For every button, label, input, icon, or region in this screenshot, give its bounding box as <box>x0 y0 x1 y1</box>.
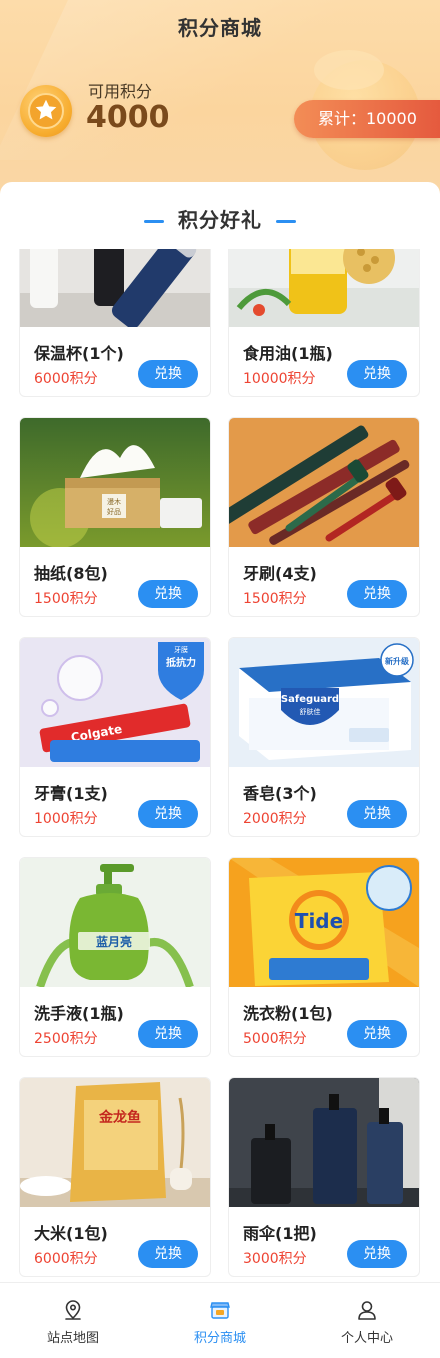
title-dash-right <box>276 220 296 223</box>
tab-label: 个人中心 <box>340 1331 393 1346</box>
product-name: 洗衣粉(1包) <box>243 1004 333 1023</box>
user-icon <box>356 1299 378 1321</box>
section-title: 积分好礼 <box>178 208 262 232</box>
product-price: 5000积分 <box>243 1031 307 1047</box>
product-card[interactable]: 金龙鱼 大米(1包) 6000积分 兑换 <box>19 1077 211 1277</box>
product-grid: 保温杯(1个) 6000积分 兑换 食用油(1瓶) 10000积分 兑换 漫木 … <box>0 249 440 1282</box>
redeem-button[interactable]: 兑换 <box>347 580 407 608</box>
product-name: 抽纸(8包) <box>34 564 108 583</box>
tissue-brand-text: 漫木 <box>107 497 121 506</box>
tab-site-map[interactable]: 站点地图 <box>0 1283 146 1358</box>
product-card[interactable]: 蓝月亮 洗手液(1瓶) 2500积分 兑换 <box>19 857 211 1057</box>
total-points-badge[interactable]: 累计：10000 <box>294 100 440 138</box>
redeem-button[interactable]: 兑换 <box>347 360 407 388</box>
product-name: 大米(1包) <box>34 1224 108 1243</box>
tissue-photo: 漫木 好品 <box>20 418 210 547</box>
product-price: 6000积分 <box>34 371 98 387</box>
toothpaste-photo: 牙膜 抵抗力 Colgate <box>20 638 210 767</box>
product-card[interactable]: 漫木 好品 抽纸(8包) 1500积分 兑换 <box>19 417 211 617</box>
product-name: 香皂(3个) <box>243 784 317 803</box>
redeem-button[interactable]: 兑换 <box>347 800 407 828</box>
product-name: 雨伞(1把) <box>243 1224 317 1243</box>
points-header: 积分商城 可用积分 4000 累计：10000 <box>0 0 440 200</box>
umbrella-photo <box>229 1078 419 1207</box>
handwash-brand-text: 蓝月亮 <box>96 934 132 949</box>
product-price: 1000积分 <box>34 811 98 827</box>
redeem-button[interactable]: 兑换 <box>138 800 198 828</box>
rice-brand-text: 金龙鱼 <box>98 1109 141 1126</box>
product-name: 洗手液(1瓶) <box>34 1004 124 1023</box>
product-name: 食用油(1瓶) <box>243 344 333 363</box>
shop-icon <box>209 1299 231 1321</box>
soap-photo: Safeguard 舒肤佳 新升级 <box>229 638 419 767</box>
product-price: 2000积分 <box>243 811 307 827</box>
product-card[interactable]: 牙膜 抵抗力 Colgate 牙膏(1支) 1000积分 兑换 <box>19 637 211 837</box>
product-card[interactable]: Safeguard 舒肤佳 新升级 香皂(3个) 2000积分 兑换 <box>228 637 420 837</box>
product-name: 牙刷(4支) <box>243 564 317 583</box>
soap-badge-text: 新升级 <box>385 656 410 666</box>
redeem-button[interactable]: 兑换 <box>347 1240 407 1268</box>
tab-label: 站点地图 <box>46 1331 99 1346</box>
product-card[interactable]: 食用油(1瓶) 10000积分 兑换 <box>228 249 420 397</box>
title-dash-left <box>144 220 164 223</box>
toothpaste-badge-text1: 牙膜 <box>174 645 188 654</box>
product-card[interactable]: 雨伞(1把) 3000积分 兑换 <box>228 1077 420 1277</box>
product-price: 1500积分 <box>243 591 307 607</box>
page-title: 积分商城 <box>178 16 262 40</box>
product-name: 保温杯(1个) <box>34 344 124 363</box>
toothpaste-badge-text2: 抵抗力 <box>166 656 196 669</box>
product-price: 2500积分 <box>34 1031 98 1047</box>
tab-personal-center[interactable]: 个人中心 <box>294 1283 440 1358</box>
product-name: 牙膏(1支) <box>34 784 108 803</box>
detergent-brand-text: Tide <box>295 909 343 933</box>
section-header: 积分好礼 <box>0 204 440 233</box>
product-price: 1500积分 <box>34 591 98 607</box>
toothbrush-photo <box>229 418 419 547</box>
redeem-button[interactable]: 兑换 <box>138 580 198 608</box>
available-points-value: 4000 <box>86 100 170 135</box>
soap-brand-cn: 舒肤佳 <box>300 707 321 716</box>
soap-brand-text: Safeguard <box>281 694 339 705</box>
star-coin-icon <box>20 85 72 137</box>
map-pin-icon <box>62 1299 84 1321</box>
tissue-brand-text2: 好品 <box>107 507 121 516</box>
product-price: 10000积分 <box>243 371 316 387</box>
redeem-button[interactable]: 兑换 <box>138 1240 198 1268</box>
coin-top-decoration <box>314 50 384 90</box>
rice-photo: 金龙鱼 <box>20 1078 210 1207</box>
detergent-photo: Tide <box>229 858 419 987</box>
product-card[interactable]: 牙刷(4支) 1500积分 兑换 <box>228 417 420 617</box>
tab-points-mall[interactable]: 积分商城 <box>147 1283 293 1358</box>
cooking-oil-photo <box>229 249 419 327</box>
product-card[interactable]: Tide 洗衣粉(1包) 5000积分 兑换 <box>228 857 420 1057</box>
redeem-button[interactable]: 兑换 <box>347 1020 407 1048</box>
hand-wash-photo: 蓝月亮 <box>20 858 210 987</box>
product-price: 3000积分 <box>243 1251 307 1267</box>
tab-label: 积分商城 <box>193 1331 246 1346</box>
available-points-label: 可用积分 <box>88 82 153 101</box>
content-panel: 积分好礼 保温杯(1个) 6000积分 兑换 食用油(1瓶) 10000积分 兑… <box>0 182 440 1282</box>
redeem-button[interactable]: 兑换 <box>138 360 198 388</box>
bottom-tab-bar: 站点地图 积分商城 个人中心 <box>0 1282 440 1358</box>
product-card[interactable]: 保温杯(1个) 6000积分 兑换 <box>19 249 211 397</box>
thermos-cup-photo <box>20 249 210 327</box>
product-price: 6000积分 <box>34 1251 98 1267</box>
redeem-button[interactable]: 兑换 <box>138 1020 198 1048</box>
